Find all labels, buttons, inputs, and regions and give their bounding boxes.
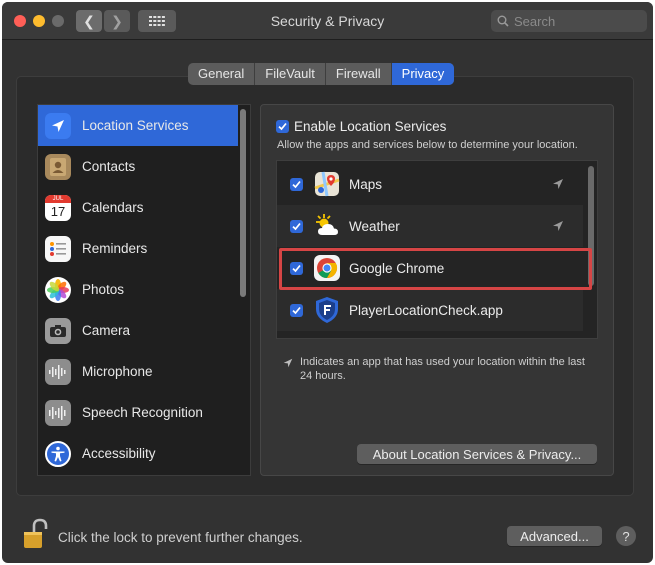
photos-icon [45,276,71,303]
title-bar: ❮ ❯ Security & Privacy [2,2,653,40]
search-field[interactable] [491,10,647,32]
shield-icon [312,295,342,325]
checkbox-checked-icon[interactable] [276,120,289,133]
highlight-box [279,248,592,290]
app-checkbox[interactable] [290,177,303,191]
tab-filevault[interactable]: FileVault [255,63,326,85]
enable-location-services-checkbox[interactable]: Enable Location Services [276,119,446,134]
reminders-icon [45,235,71,262]
sidebar-item-reminders[interactable]: Reminders [38,228,238,269]
app-name: PlayerLocationCheck.app [349,302,503,318]
speech-recognition-icon [45,399,71,426]
lock-hint-text: Click the lock to prevent further change… [58,530,303,545]
sidebar-item-label: Photos [82,282,125,297]
sidebar-item-location-services[interactable]: Location Services [38,105,238,146]
recent-location-arrow-icon [553,179,563,189]
sidebar-item-label: Microphone [82,364,153,379]
location-description: Allow the apps and services below to det… [277,139,578,151]
tab-bar: General FileVault Firewall Privacy [188,63,455,85]
sidebar-item-label: Speech Recognition [82,405,203,420]
sidebar-item-photos[interactable]: Photos [38,269,238,310]
app-checkbox[interactable] [290,219,303,233]
unlocked-lock-icon[interactable] [22,518,48,550]
recent-location-arrow-icon [553,221,563,231]
calendar-icon: JUL 17 [45,194,71,221]
enable-location-services-label: Enable Location Services [294,119,447,134]
sidebar-item-calendars[interactable]: JUL 17 Calendars [38,187,238,228]
recent-use-note-text: Indicates an app that has used your loca… [300,356,585,382]
sidebar-item-label: Location Services [82,118,189,133]
recent-use-note: Indicates an app that has used your loca… [282,355,590,383]
sidebar-item-label: Camera [82,323,131,338]
sidebar-item-label: Contacts [82,159,136,174]
app-name: Maps [349,176,383,192]
sidebar-scrollbar[interactable] [240,109,246,297]
calendar-day: 17 [50,203,66,219]
about-location-services-button[interactable]: About Location Services & Privacy... [357,444,597,464]
weather-icon [312,211,342,241]
sidebar-item-label: Reminders [82,241,148,256]
advanced-button[interactable]: Advanced... [507,526,602,546]
app-row-maps[interactable]: Maps [277,163,583,205]
sidebar-item-accessibility[interactable]: Accessibility [38,433,238,474]
app-row-weather[interactable]: Weather [277,205,583,247]
maps-icon [312,169,342,199]
tab-privacy[interactable]: Privacy [391,63,455,85]
app-name: Weather [349,218,400,234]
help-button[interactable]: ? [616,526,636,546]
tab-general[interactable]: General [188,63,256,85]
privacy-sidebar[interactable]: Location Services Contacts JUL 17 Calend… [37,104,251,476]
sidebar-item-label: Calendars [82,200,144,215]
sidebar-item-camera[interactable]: Camera [38,310,238,351]
app-row-playerlocationcheck[interactable]: PlayerLocationCheck.app [277,289,583,331]
sidebar-item-contacts[interactable]: Contacts [38,146,238,187]
tab-firewall[interactable]: Firewall [326,63,392,85]
app-checkbox[interactable] [290,303,303,317]
camera-icon [45,317,71,344]
location-arrow-legend-icon [283,358,293,368]
search-input[interactable] [514,13,634,29]
sidebar-item-speech-recognition[interactable]: Speech Recognition [38,392,238,433]
calendar-month: JUL [45,194,71,203]
microphone-icon [45,358,71,385]
sidebar-item-microphone[interactable]: Microphone [38,351,238,392]
sidebar-item-label: Accessibility [82,446,156,461]
accessibility-icon [45,440,71,467]
location-arrow-icon [45,112,71,139]
search-icon [497,15,509,27]
contacts-icon [45,153,71,180]
